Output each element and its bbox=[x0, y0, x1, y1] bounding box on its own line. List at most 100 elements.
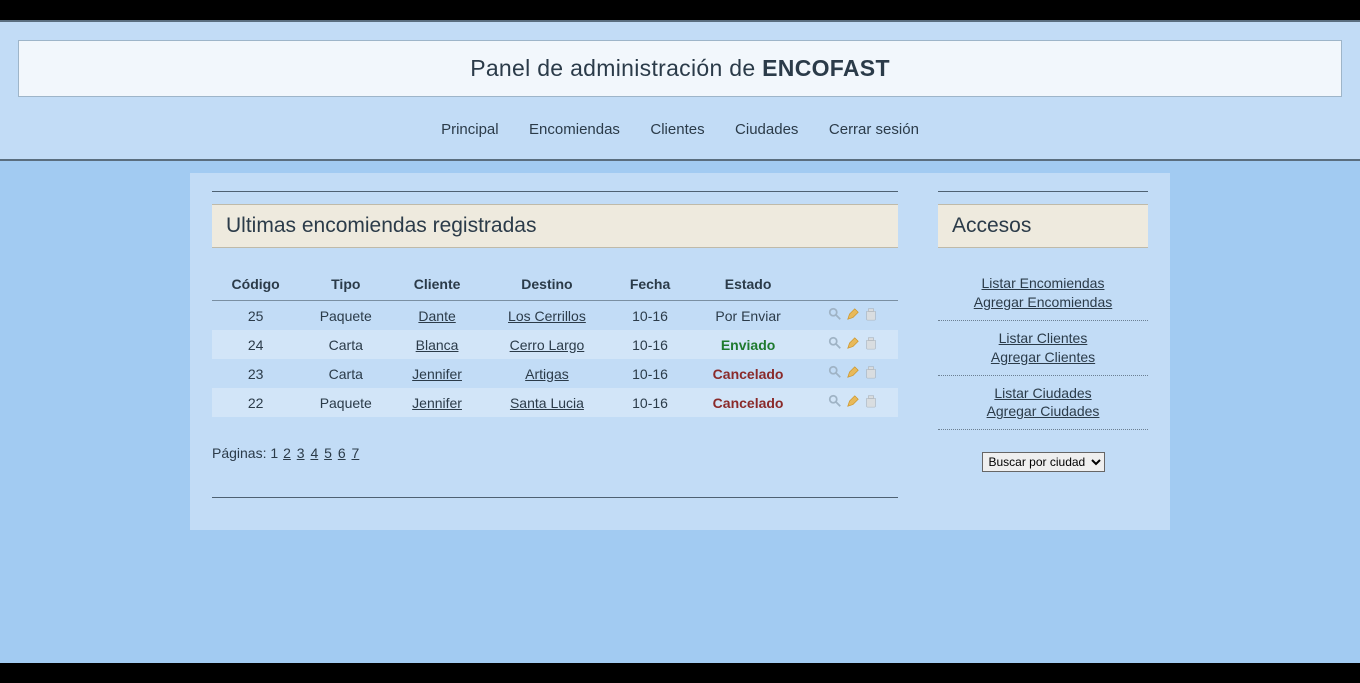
nav-cerrar-sesion[interactable]: Cerrar sesión bbox=[829, 121, 919, 138]
col-actions bbox=[808, 268, 898, 301]
header-panel: Panel de administración de ENCOFAST Prin… bbox=[0, 20, 1360, 161]
link-listar-encomiendas[interactable]: Listar Encomiendas bbox=[938, 274, 1148, 293]
cell-tipo: Carta bbox=[299, 359, 392, 388]
link-destino[interactable]: Artigas bbox=[525, 366, 569, 382]
table-row: 23CartaJenniferArtigas10-16Cancelado bbox=[212, 359, 898, 388]
status-text: Por Enviar bbox=[715, 308, 780, 324]
col-estado: Estado bbox=[688, 268, 808, 301]
col-tipo: Tipo bbox=[299, 268, 392, 301]
view-icon[interactable] bbox=[828, 365, 842, 379]
cell-actions bbox=[808, 388, 898, 417]
col-fecha: Fecha bbox=[612, 268, 688, 301]
status-text: Cancelado bbox=[713, 395, 784, 411]
page-current: 1 bbox=[270, 445, 278, 461]
cell-cliente: Jennifer bbox=[392, 359, 482, 388]
delete-icon[interactable] bbox=[864, 365, 878, 379]
cell-codigo: 25 bbox=[212, 301, 299, 331]
edit-icon[interactable] bbox=[846, 307, 860, 321]
link-agregar-clientes[interactable]: Agregar Clientes bbox=[938, 348, 1148, 367]
cell-cliente: Dante bbox=[392, 301, 482, 331]
link-listar-clientes[interactable]: Listar Clientes bbox=[938, 329, 1148, 348]
link-agregar-encomiendas[interactable]: Agregar Encomiendas bbox=[938, 293, 1148, 312]
cell-estado: Cancelado bbox=[688, 359, 808, 388]
edit-icon[interactable] bbox=[846, 365, 860, 379]
main-column: Ultimas encomiendas registradas Código T… bbox=[212, 191, 898, 498]
cell-cliente: Blanca bbox=[392, 330, 482, 359]
sidebar-group-clientes: Listar Clientes Agregar Clientes bbox=[938, 321, 1148, 376]
nav-encomiendas[interactable]: Encomiendas bbox=[529, 121, 620, 138]
page-link[interactable]: 3 bbox=[297, 445, 305, 461]
page-link[interactable]: 4 bbox=[310, 445, 318, 461]
link-cliente[interactable]: Blanca bbox=[416, 337, 459, 353]
brand: ENCOFAST bbox=[762, 55, 890, 81]
col-codigo: Código bbox=[212, 268, 299, 301]
view-icon[interactable] bbox=[828, 336, 842, 350]
cell-cliente: Jennifer bbox=[392, 388, 482, 417]
search-city-wrap: Buscar por ciudad bbox=[938, 452, 1148, 472]
nav-clientes[interactable]: Clientes bbox=[650, 121, 704, 138]
cell-tipo: Paquete bbox=[299, 301, 392, 331]
cell-fecha: 10-16 bbox=[612, 330, 688, 359]
sidebar-links: Listar Encomiendas Agregar Encomiendas L… bbox=[938, 266, 1148, 430]
table-row: 22PaqueteJenniferSanta Lucia10-16Cancela… bbox=[212, 388, 898, 417]
page-title-bar: Panel de administración de ENCOFAST bbox=[18, 40, 1342, 97]
divider-bottom bbox=[212, 497, 898, 498]
link-cliente[interactable]: Jennifer bbox=[412, 395, 462, 411]
encomiendas-table: Código Tipo Cliente Destino Fecha Estado… bbox=[212, 268, 898, 417]
divider bbox=[212, 191, 898, 192]
page-link[interactable]: 5 bbox=[324, 445, 332, 461]
top-black-bar bbox=[0, 0, 1360, 20]
title-prefix: Panel de administración de bbox=[470, 55, 762, 81]
cell-actions bbox=[808, 330, 898, 359]
col-destino: Destino bbox=[482, 268, 612, 301]
link-destino[interactable]: Cerro Largo bbox=[510, 337, 585, 353]
col-cliente: Cliente bbox=[392, 268, 482, 301]
status-text: Cancelado bbox=[713, 366, 784, 382]
delete-icon[interactable] bbox=[864, 336, 878, 350]
view-icon[interactable] bbox=[828, 307, 842, 321]
edit-icon[interactable] bbox=[846, 336, 860, 350]
cell-fecha: 10-16 bbox=[612, 301, 688, 331]
cell-tipo: Carta bbox=[299, 330, 392, 359]
table-header-row: Código Tipo Cliente Destino Fecha Estado bbox=[212, 268, 898, 301]
page: Panel de administración de ENCOFAST Prin… bbox=[0, 20, 1360, 530]
table-row: 24CartaBlancaCerro Largo10-16Enviado bbox=[212, 330, 898, 359]
divider bbox=[938, 191, 1148, 192]
cell-destino: Artigas bbox=[482, 359, 612, 388]
cell-tipo: Paquete bbox=[299, 388, 392, 417]
cell-estado: Cancelado bbox=[688, 388, 808, 417]
cell-estado: Por Enviar bbox=[688, 301, 808, 331]
pagination-label: Páginas: bbox=[212, 445, 270, 461]
cell-actions bbox=[808, 301, 898, 331]
page-link[interactable]: 2 bbox=[283, 445, 291, 461]
cell-destino: Santa Lucia bbox=[482, 388, 612, 417]
edit-icon[interactable] bbox=[846, 394, 860, 408]
nav-ciudades[interactable]: Ciudades bbox=[735, 121, 798, 138]
pagination: Páginas: 1 2 3 4 5 6 7 bbox=[212, 445, 898, 461]
search-city-select[interactable]: Buscar por ciudad bbox=[982, 452, 1105, 472]
page-link[interactable]: 6 bbox=[338, 445, 346, 461]
link-cliente[interactable]: Dante bbox=[418, 308, 455, 324]
table-wrap: Código Tipo Cliente Destino Fecha Estado… bbox=[212, 268, 898, 417]
content-container: Ultimas encomiendas registradas Código T… bbox=[190, 173, 1170, 530]
link-cliente[interactable]: Jennifer bbox=[412, 366, 462, 382]
link-destino[interactable]: Santa Lucia bbox=[510, 395, 584, 411]
nav-principal[interactable]: Principal bbox=[441, 121, 499, 138]
cell-fecha: 10-16 bbox=[612, 359, 688, 388]
cell-fecha: 10-16 bbox=[612, 388, 688, 417]
cell-estado: Enviado bbox=[688, 330, 808, 359]
section-title-encomiendas: Ultimas encomiendas registradas bbox=[212, 204, 898, 248]
link-agregar-ciudades[interactable]: Agregar Ciudades bbox=[938, 402, 1148, 421]
link-destino[interactable]: Los Cerrillos bbox=[508, 308, 586, 324]
sidebar-group-encomiendas: Listar Encomiendas Agregar Encomiendas bbox=[938, 266, 1148, 321]
bottom-black-bar bbox=[0, 663, 1360, 683]
link-listar-ciudades[interactable]: Listar Ciudades bbox=[938, 384, 1148, 403]
page-link[interactable]: 7 bbox=[352, 445, 360, 461]
view-icon[interactable] bbox=[828, 394, 842, 408]
cell-actions bbox=[808, 359, 898, 388]
sidebar-group-ciudades: Listar Ciudades Agregar Ciudades bbox=[938, 376, 1148, 431]
delete-icon[interactable] bbox=[864, 307, 878, 321]
delete-icon[interactable] bbox=[864, 394, 878, 408]
status-text: Enviado bbox=[721, 337, 775, 353]
table-row: 25Paquete Dante Los Cerrillos 10-16 Por Envi… bbox=[212, 301, 898, 331]
